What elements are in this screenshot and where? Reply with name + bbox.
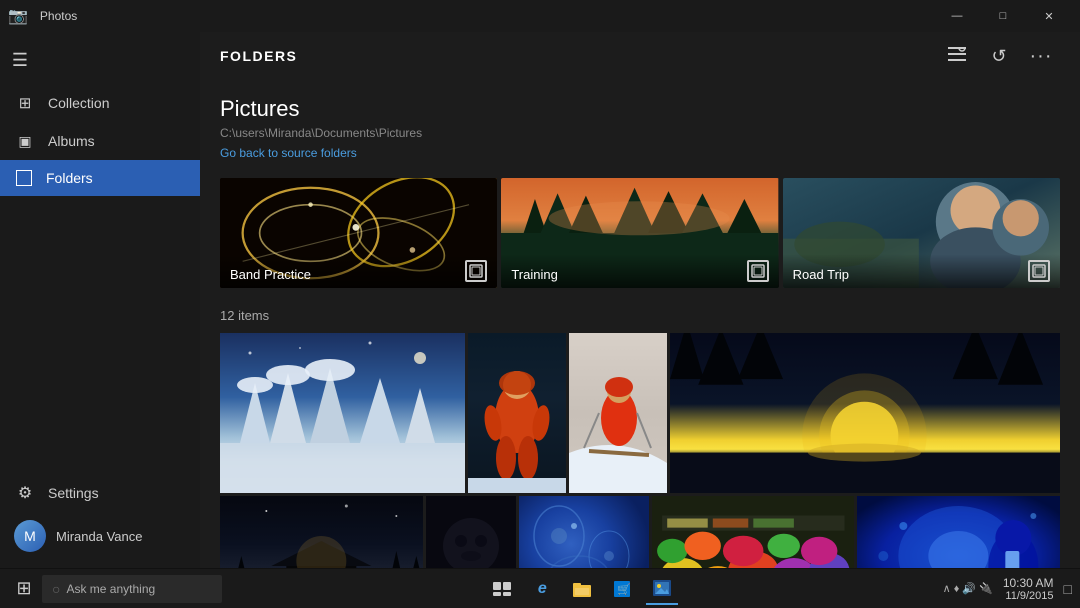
search-placeholder: Ask me anything — [66, 582, 155, 596]
taskbar: ⊞ ○ Ask me anything e 🛒 — [0, 568, 1080, 608]
photo-5[interactable] — [220, 496, 423, 568]
photo-9[interactable] — [857, 496, 1060, 568]
minimize-button[interactable]: — — [934, 0, 980, 32]
system-clock: 10:30 AM 11/9/2015 — [1003, 576, 1054, 602]
sidebar-bottom: ⚙ Settings M Miranda Vance — [0, 474, 200, 568]
photo-row-top — [220, 333, 1060, 493]
view-toggle-button[interactable] — [938, 37, 976, 75]
folder-header: Pictures C:\users\Miranda\Documents\Pict… — [220, 96, 1060, 162]
photo-1[interactable] — [220, 333, 465, 493]
user-item[interactable]: M Miranda Vance — [0, 512, 200, 560]
more-icon: ··· — [1030, 45, 1053, 68]
photo-8[interactable] — [652, 496, 855, 568]
svg-text:🛒: 🛒 — [617, 583, 630, 596]
folders-row: Band Practice — [220, 178, 1060, 288]
refresh-button[interactable]: ↺ — [980, 37, 1018, 75]
action-center-icon[interactable]: □ — [1064, 581, 1072, 597]
title-bar-left: 📷 Photos — [8, 6, 77, 26]
toolbar-title: FOLDERS — [220, 48, 297, 64]
content-area[interactable]: Pictures C:\users\Miranda\Documents\Pict… — [200, 80, 1080, 568]
explorer-button[interactable] — [566, 573, 598, 605]
title-bar: 📷 Photos — □ ✕ — [0, 0, 1080, 32]
start-button[interactable]: ⊞ — [8, 573, 40, 605]
folder-select-icon — [465, 260, 487, 282]
folders-label: Folders — [46, 170, 93, 186]
albums-icon: ▣ — [16, 132, 34, 150]
photo-3[interactable] — [569, 333, 667, 493]
edge-button[interactable]: e — [526, 573, 558, 605]
app-title: Photos — [40, 9, 77, 23]
sidebar-item-collection[interactable]: ⊞ Collection — [0, 84, 200, 122]
hamburger-button[interactable]: ☰ — [0, 40, 40, 80]
photo-row-bottom — [220, 496, 1060, 568]
photo-6[interactable] — [426, 496, 516, 568]
settings-item[interactable]: ⚙ Settings — [0, 474, 200, 512]
taskbar-search-box[interactable]: ○ Ask me anything — [42, 575, 222, 603]
photo-2[interactable] — [468, 333, 566, 493]
albums-label: Albums — [48, 133, 95, 149]
photo-7[interactable] — [519, 496, 649, 568]
sidebar: ☰ ⊞ Collection ▣ Albums Folders ⚙ Settin… — [0, 32, 200, 568]
close-button[interactable]: ✕ — [1026, 0, 1072, 32]
notification-icons: ∧ ♦ 🔊 🔌 — [943, 582, 993, 595]
collection-icon: ⊞ — [16, 94, 34, 112]
app-icon: 📷 — [8, 6, 28, 26]
toolbar: FOLDERS ↺ ··· — [200, 32, 1080, 80]
main-content: FOLDERS ↺ ··· — [200, 32, 1080, 568]
sidebar-item-folders[interactable]: Folders — [0, 160, 200, 196]
hamburger-icon: ☰ — [12, 50, 28, 71]
settings-icon: ⚙ — [16, 484, 34, 502]
road-trip-label: Road Trip — [783, 254, 1060, 288]
settings-label: Settings — [48, 485, 99, 501]
more-button[interactable]: ··· — [1022, 37, 1060, 75]
store-button[interactable]: 🛒 — [606, 573, 638, 605]
app-body: ☰ ⊞ Collection ▣ Albums Folders ⚙ Settin… — [0, 32, 1080, 568]
folders-icon — [16, 170, 32, 186]
band-practice-label: Band Practice — [220, 254, 497, 288]
title-bar-controls: — □ ✕ — [934, 0, 1072, 32]
folder-road-trip[interactable]: Road Trip — [783, 178, 1060, 288]
cortana-icon: ○ — [52, 581, 60, 597]
folder-path: C:\users\Miranda\Documents\Pictures — [220, 126, 1060, 140]
photos-app-button[interactable] — [646, 573, 678, 605]
view-icon — [948, 47, 966, 66]
folder-band-practice[interactable]: Band Practice — [220, 178, 497, 288]
clock-date: 11/9/2015 — [1003, 590, 1054, 602]
clock-time: 10:30 AM — [1003, 576, 1054, 590]
folder-training[interactable]: Training — [501, 178, 778, 288]
photo-4[interactable] — [670, 333, 1060, 493]
item-count-label: 12 items — [220, 308, 1060, 323]
folder-title: Pictures — [220, 96, 1060, 122]
taskbar-right: ∧ ♦ 🔊 🔌 10:30 AM 11/9/2015 □ — [943, 576, 1072, 602]
sidebar-item-albums[interactable]: ▣ Albums — [0, 122, 200, 160]
taskbar-left: ⊞ ○ Ask me anything — [8, 573, 222, 605]
taskbar-app-icons: e 🛒 — [486, 573, 678, 605]
collection-label: Collection — [48, 95, 109, 111]
training-label: Training — [501, 254, 778, 288]
maximize-button[interactable]: □ — [980, 0, 1026, 32]
user-name: Miranda Vance — [56, 529, 142, 544]
refresh-icon: ↺ — [991, 46, 1006, 67]
back-to-source-link[interactable]: Go back to source folders — [220, 146, 357, 160]
folder-select-icon-3 — [1028, 260, 1050, 282]
user-avatar: M — [14, 520, 46, 552]
folder-select-icon-2 — [747, 260, 769, 282]
toolbar-actions: ↺ ··· — [938, 37, 1060, 75]
task-view-button[interactable] — [486, 573, 518, 605]
